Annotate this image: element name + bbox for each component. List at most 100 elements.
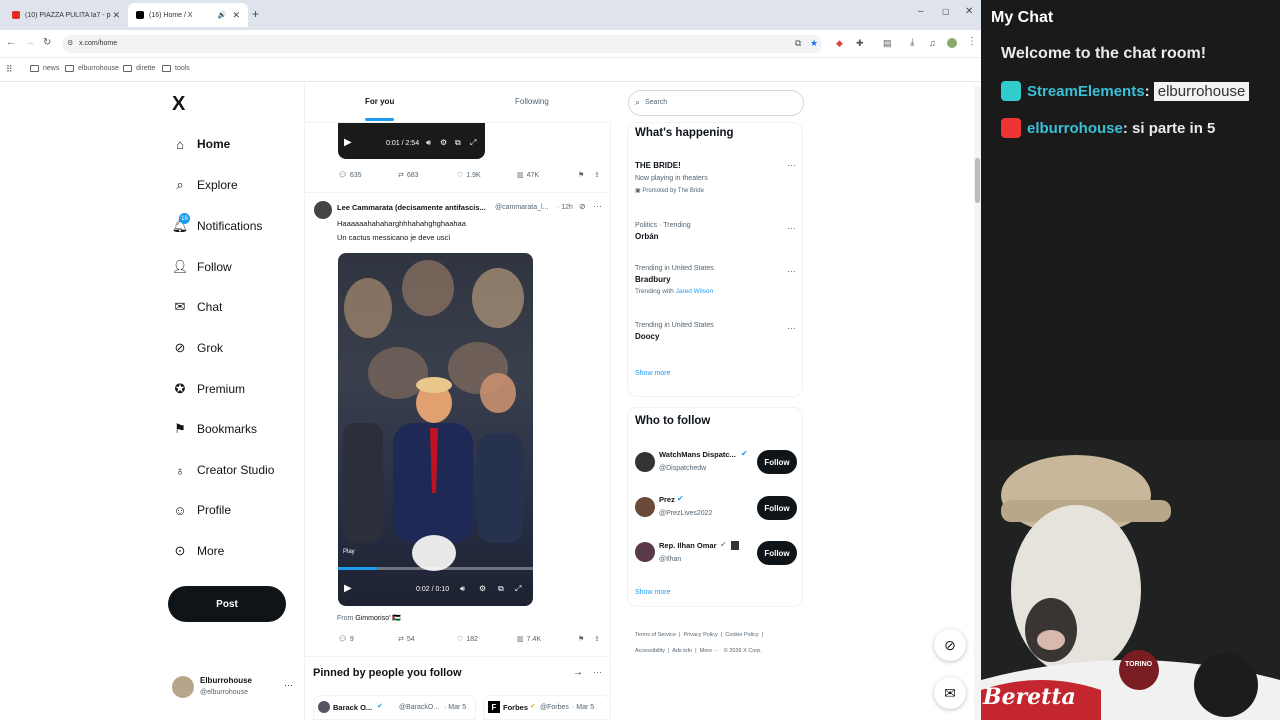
- forward-icon[interactable]: →: [25, 37, 35, 48]
- close-icon[interactable]: ✕: [112, 10, 120, 21]
- avatar[interactable]: [947, 38, 957, 48]
- avatar[interactable]: [635, 452, 655, 472]
- sidepanel-icon[interactable]: ▤: [883, 38, 892, 49]
- menu-icon[interactable]: ⋮: [967, 36, 977, 47]
- more-icon[interactable]: ···: [593, 667, 602, 677]
- show-more-link[interactable]: Show more: [635, 589, 670, 596]
- tweet-handle[interactable]: @cammarata_l...: [495, 204, 548, 211]
- suggest-name[interactable]: Prez: [659, 495, 675, 504]
- trend-item[interactable]: Politics · Trending Orbán: [635, 222, 795, 241]
- follow-button[interactable]: Follow: [757, 496, 797, 520]
- scrollbar[interactable]: [974, 86, 981, 720]
- new-tab-icon[interactable]: +: [252, 7, 259, 21]
- grok-icon[interactable]: ⊘: [579, 202, 586, 211]
- views-button[interactable]: ▥ 47K: [517, 171, 539, 180]
- trend-item[interactable]: Trending in United States Bradbury Trend…: [635, 265, 795, 295]
- sidebar-item-premium[interactable]: ✪ Premium: [172, 381, 245, 397]
- bookmark-dirette[interactable]: dirette: [123, 65, 155, 72]
- bookmark-icon[interactable]: ⚑: [578, 635, 584, 643]
- tab-for-you[interactable]: For you: [365, 97, 394, 106]
- sidebar-item-profile[interactable]: ☺ Profile: [172, 502, 231, 518]
- avatar[interactable]: [635, 497, 655, 517]
- views-button[interactable]: ▥ 7.4K: [517, 635, 541, 644]
- repost-button[interactable]: ⇄ 683: [398, 171, 419, 180]
- footer-link[interactable]: More ···: [700, 648, 720, 654]
- share-icon[interactable]: ⇪: [594, 635, 600, 643]
- site-info-icon[interactable]: ⚙: [67, 39, 73, 47]
- volume-icon[interactable]: 🔊︎: [460, 584, 465, 594]
- video-progress[interactable]: [338, 567, 533, 570]
- cast-icon[interactable]: ⧉: [795, 38, 801, 49]
- back-icon[interactable]: ←: [6, 37, 16, 48]
- more-icon[interactable]: ···: [593, 201, 602, 211]
- search-input[interactable]: ⌕ Search: [628, 90, 804, 116]
- extension-icon[interactable]: ◆: [836, 38, 843, 49]
- volume-icon[interactable]: 🔊︎: [426, 138, 431, 148]
- pip-icon[interactable]: ⧉: [498, 584, 504, 594]
- share-icon[interactable]: ⇪: [594, 171, 600, 179]
- download-icon[interactable]: ⤓: [910, 37, 914, 48]
- footer-link[interactable]: Ads info: [672, 648, 692, 654]
- address-bar[interactable]: ⚙ x.com/home ⧉ ★: [62, 35, 822, 53]
- maximize-icon[interactable]: ▢: [942, 7, 950, 16]
- sidebar-item-notifications[interactable]: 🔔︎ 16 Notifications: [172, 213, 262, 234]
- sidebar-item-bookmarks[interactable]: ⚑ Bookmarks: [172, 421, 257, 437]
- tweet-time[interactable]: · 12h: [557, 204, 573, 211]
- show-more-link[interactable]: Show more: [635, 370, 670, 377]
- close-icon[interactable]: ✕: [232, 10, 240, 21]
- suggest-name[interactable]: Rep. Ilhan Omar: [659, 541, 717, 550]
- pinned-card[interactable]: F Forbes ✔ @Forbes · Mar 5: [483, 695, 611, 720]
- footer-link[interactable]: Terms of Service: [635, 632, 676, 638]
- video-source[interactable]: From Gimmoriso' 🇵🇸: [337, 614, 401, 622]
- reload-icon[interactable]: ↻: [43, 37, 51, 48]
- arrow-right-icon[interactable]: →: [573, 667, 583, 678]
- play-icon[interactable]: ▶: [344, 137, 352, 148]
- follow-button[interactable]: Follow: [757, 450, 797, 474]
- fullscreen-icon[interactable]: ⤢: [470, 138, 476, 148]
- like-button[interactable]: ♡ 1.9K: [457, 171, 481, 180]
- suggest-name[interactable]: WatchMans Dispatc...: [659, 450, 736, 459]
- bookmark-news[interactable]: news: [30, 65, 59, 72]
- sidebar-item-explore[interactable]: ⌕ Explore: [172, 177, 237, 193]
- avatar[interactable]: [314, 201, 332, 219]
- tweet-author[interactable]: Lee Cammarata (decisamente antifascis...: [337, 203, 486, 212]
- post-button[interactable]: Post: [168, 586, 286, 622]
- fullscreen-icon[interactable]: ⤢: [515, 584, 521, 594]
- more-icon[interactable]: ···: [787, 323, 796, 333]
- tab-following[interactable]: Following: [515, 97, 549, 106]
- scrollbar-thumb[interactable]: [975, 158, 980, 203]
- bookmark-elburrohouse[interactable]: elburrohouse: [65, 65, 119, 72]
- sidebar-item-follow[interactable]: 👤︎ Follow: [172, 259, 232, 275]
- pip-icon[interactable]: ⧉: [455, 138, 461, 148]
- grok-floating-icon[interactable]: ⊘: [934, 629, 966, 661]
- star-icon[interactable]: ★: [810, 38, 818, 49]
- footer-link[interactable]: Accessibility: [635, 648, 665, 654]
- media-icon[interactable]: ♫: [929, 38, 936, 48]
- play-icon[interactable]: ▶: [344, 583, 352, 594]
- trend-item[interactable]: THE BRIDE! Now playing in theaters ▣ Pro…: [635, 161, 795, 194]
- sidebar-item-grok[interactable]: ⊘ Grok: [172, 340, 223, 356]
- messages-floating-icon[interactable]: ✉: [934, 677, 966, 709]
- repost-button[interactable]: ⇄ 54: [398, 635, 415, 644]
- tweet-video[interactable]: Play ▶ 0:02 / 0:10 🔊︎ ⚙ ⧉ ⤢: [338, 253, 533, 606]
- settings-icon[interactable]: ⚙: [440, 138, 447, 147]
- sidebar-item-more[interactable]: ⊙ More: [172, 543, 225, 559]
- sidebar-item-creator-studio[interactable]: ♁ Creator Studio: [172, 462, 274, 478]
- more-icon[interactable]: ···: [787, 266, 796, 276]
- more-icon[interactable]: ···: [787, 160, 796, 170]
- follow-button[interactable]: Follow: [757, 541, 797, 565]
- puzzle-icon[interactable]: ✚: [856, 38, 864, 49]
- avatar[interactable]: [635, 542, 655, 562]
- more-icon[interactable]: ···: [284, 680, 293, 690]
- reply-button[interactable]: 💬︎ 9: [338, 635, 354, 644]
- tab-piazza-pulita[interactable]: (10) PIAZZA PULITA la7 - punta ✕: [4, 3, 128, 27]
- like-button[interactable]: ♡ 182: [457, 635, 478, 644]
- more-icon[interactable]: ···: [787, 223, 796, 233]
- settings-icon[interactable]: ⚙: [479, 584, 486, 593]
- trend-item[interactable]: Trending in United States Doocy: [635, 322, 795, 341]
- tab-x-home[interactable]: (16) Home / X 🔊 ✕: [128, 3, 248, 27]
- footer-link[interactable]: Cookie Policy: [725, 632, 758, 638]
- bookmark-icon[interactable]: ⚑: [578, 171, 584, 179]
- pinned-card[interactable]: Barack O... ✔ @BarackO... · Mar 5: [313, 695, 476, 720]
- bookmark-tools[interactable]: tools: [162, 65, 190, 72]
